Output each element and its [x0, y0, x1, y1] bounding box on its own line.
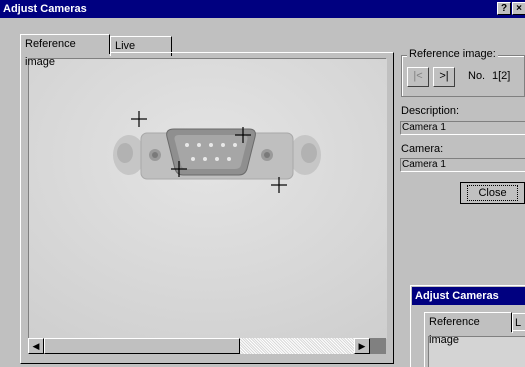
horizontal-scrollbar[interactable]: ◀ ▶	[28, 338, 370, 354]
skip-last-icon: >|	[439, 70, 449, 82]
connector-photo	[29, 59, 387, 339]
close-button-label: Close	[467, 185, 518, 201]
secondary-window-title[interactable]: Adjust Cameras	[412, 287, 525, 305]
help-button[interactable]: ?	[497, 2, 511, 15]
window-titlebar[interactable]: Adjust Cameras ? ×	[0, 0, 525, 18]
last-image-button[interactable]: >|	[433, 67, 455, 87]
window-title: Adjust Cameras	[3, 3, 87, 15]
scroll-left-icon[interactable]: ◀	[28, 338, 44, 354]
camera-label: Camera:	[401, 143, 444, 155]
image-number-value: 1[2]	[492, 70, 511, 82]
scroll-right-icon[interactable]: ▶	[354, 338, 370, 354]
secondary-tab-reference-image[interactable]: Reference image	[424, 312, 512, 346]
image-number-label: No.	[468, 70, 486, 82]
reference-group-label: Reference image:	[407, 48, 498, 60]
close-window-button[interactable]: ×	[512, 2, 525, 15]
tab-reference-image[interactable]: Reference image	[20, 34, 110, 68]
description-field[interactable]: Camera 1	[400, 121, 525, 135]
secondary-tab-live-image-label: L	[515, 317, 522, 329]
scroll-thumb[interactable]	[44, 338, 240, 354]
skip-first-icon: |<	[413, 70, 423, 82]
scroll-corner	[370, 338, 386, 354]
close-button[interactable]: Close	[460, 182, 525, 204]
reference-image-view[interactable]	[28, 58, 387, 339]
camera-field[interactable]: Camera 1	[400, 158, 525, 172]
description-label: Description:	[401, 105, 460, 117]
first-image-button[interactable]: |<	[407, 67, 429, 87]
